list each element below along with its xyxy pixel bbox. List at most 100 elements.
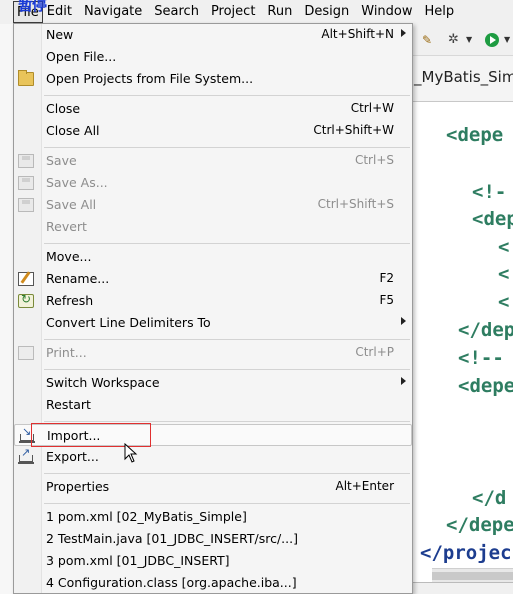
code-line: <: [498, 236, 510, 258]
recent-file-label: 1 pom.xml [02_MyBatis_Simple]: [46, 509, 247, 524]
code-line: <dep: [472, 208, 513, 230]
menu-item-close[interactable]: Close Ctrl+W: [14, 98, 412, 120]
menu-item-label: Open Projects from File System...: [46, 71, 254, 86]
menu-item-print[interactable]: Print... Ctrl+P: [14, 342, 412, 364]
menu-item-close-all[interactable]: Close All Ctrl+Shift+W: [14, 120, 412, 142]
menu-item-open-projects[interactable]: Open Projects from File System...: [14, 68, 412, 90]
menu-item-open-file[interactable]: Open File...: [14, 46, 412, 68]
menu-separator: [44, 369, 410, 370]
menu-item-label: Open File...: [46, 49, 117, 64]
menu-design[interactable]: Design: [298, 0, 355, 24]
menu-item-label: Import...: [47, 428, 101, 443]
code-line: <!--: [458, 347, 504, 369]
menu-item-label: Close: [46, 101, 81, 116]
folder-icon: [18, 70, 34, 86]
menu-item-shortcut: Ctrl+Shift+S: [317, 197, 394, 211]
menu-item-label: Save As...: [46, 175, 108, 190]
import-icon: [19, 425, 35, 443]
menu-item-label: Close All: [46, 123, 100, 138]
code-line: </depe: [446, 514, 513, 536]
toolbar-tool-icon[interactable]: ✎: [422, 33, 436, 47]
code-line: </projec: [420, 542, 512, 564]
menu-item-label: Revert: [46, 219, 87, 234]
code-line: </dep: [458, 319, 513, 341]
save-as-icon: [18, 176, 34, 190]
menu-item-revert[interactable]: Revert: [14, 216, 412, 238]
menu-separator: [44, 421, 410, 422]
code-line: <depe: [446, 124, 504, 146]
submenu-arrow-icon: [401, 377, 406, 385]
submenu-arrow-icon: [401, 29, 406, 37]
menu-item-refresh[interactable]: Refresh F5: [14, 290, 412, 312]
save-all-icon: [18, 198, 34, 212]
menu-item-label: Save: [46, 153, 77, 168]
menu-item-shortcut: Ctrl+Shift+W: [313, 123, 394, 137]
menu-item-shortcut: F5: [379, 293, 394, 307]
menu-item-recent-2[interactable]: 2 TestMain.java [01_JDBC_INSERT/src/...]: [14, 528, 412, 550]
menu-item-properties[interactable]: Properties Alt+Enter: [14, 476, 412, 498]
menu-item-shortcut: Alt+Shift+N: [321, 27, 394, 41]
menu-item-save-as[interactable]: Save As...: [14, 172, 412, 194]
submenu-arrow-icon: [401, 317, 406, 325]
debug-gear-icon[interactable]: ✲: [448, 33, 462, 47]
menu-item-save[interactable]: Save Ctrl+S: [14, 150, 412, 172]
save-icon: [18, 154, 34, 168]
refresh-icon: [18, 292, 34, 308]
code-line: <: [498, 291, 510, 313]
menu-item-restart[interactable]: Restart: [14, 394, 412, 416]
chevron-down-icon[interactable]: ▼: [466, 35, 472, 44]
print-icon: [18, 346, 34, 360]
menu-item-import[interactable]: Import...: [14, 424, 412, 446]
menu-item-new[interactable]: New Alt+Shift+N: [14, 24, 412, 46]
menu-item-shortcut: Ctrl+P: [355, 345, 394, 359]
menu-item-label: Move...: [46, 249, 92, 264]
menu-separator: [44, 95, 410, 96]
rename-icon: [18, 272, 34, 286]
code-line: </d: [472, 487, 507, 509]
menu-item-rename[interactable]: Rename... F2: [14, 268, 412, 290]
menu-item-recent-3[interactable]: 3 pom.xml [01_JDBC_INSERT]: [14, 550, 412, 572]
editor-tab[interactable]: _MyBatis_Simp: [414, 68, 513, 86]
code-line: <: [498, 263, 510, 285]
menu-item-shortcut: Ctrl+S: [354, 153, 394, 167]
code-line: <!-: [472, 181, 507, 203]
menu-item-move[interactable]: Move...: [14, 246, 412, 268]
run-icon[interactable]: [485, 33, 499, 47]
bottom-panel-strip: [410, 582, 513, 594]
menu-separator: [44, 503, 410, 504]
overlay-pause-text: 暂停: [18, 0, 47, 14]
menu-item-recent-1[interactable]: 1 pom.xml [02_MyBatis_Simple]: [14, 506, 412, 528]
recent-file-label: 2 TestMain.java [01_JDBC_INSERT/src/...]: [46, 531, 298, 546]
menu-help[interactable]: Help: [419, 0, 461, 24]
menu-item-switch-workspace[interactable]: Switch Workspace: [14, 372, 412, 394]
menu-item-label: Print...: [46, 345, 87, 360]
toolbar: ✎ ✲ ▼ ▼: [410, 24, 513, 56]
menu-edit[interactable]: Edit: [43, 0, 78, 24]
horizontal-scrollbar[interactable]: [432, 568, 513, 582]
menu-item-label: Export...: [46, 449, 99, 464]
menu-item-export[interactable]: Export...: [14, 446, 412, 468]
left-gutter: [0, 24, 14, 594]
menu-project[interactable]: Project: [205, 0, 261, 24]
menu-navigate[interactable]: Navigate: [78, 0, 148, 24]
menu-window[interactable]: Window: [355, 0, 418, 24]
menu-item-label: New: [46, 27, 74, 42]
menu-separator: [44, 473, 410, 474]
menu-item-label: Save All: [46, 197, 97, 212]
menu-item-shortcut: Alt+Enter: [335, 479, 394, 493]
scrollbar-thumb[interactable]: [432, 572, 513, 580]
menu-separator: [44, 147, 410, 148]
chevron-down-icon[interactable]: ▼: [504, 35, 510, 44]
menu-item-label: Convert Line Delimiters To: [46, 315, 211, 330]
export-icon: [18, 446, 34, 464]
code-line: <depe: [458, 375, 513, 397]
menu-item-label: Switch Workspace: [46, 375, 160, 390]
menu-item-recent-4[interactable]: 4 Configuration.class [org.apache.iba...…: [14, 572, 412, 594]
menu-item-label: Properties: [46, 479, 110, 494]
menu-item-label: Restart: [46, 397, 91, 412]
recent-file-label: 4 Configuration.class [org.apache.iba...…: [46, 575, 297, 590]
menu-search[interactable]: Search: [148, 0, 205, 24]
menu-item-convert-line-delimiters[interactable]: Convert Line Delimiters To: [14, 312, 412, 334]
menu-run[interactable]: Run: [261, 0, 298, 24]
menu-item-save-all[interactable]: Save All Ctrl+Shift+S: [14, 194, 412, 216]
